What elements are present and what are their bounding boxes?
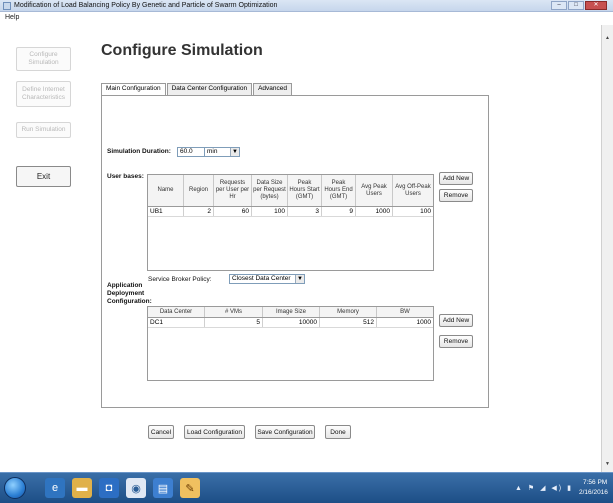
- column-header: Avg Off-Peak Users: [395, 183, 431, 197]
- column-header: Region: [184, 175, 214, 206]
- column-header: Avg Peak Users: [356, 175, 393, 206]
- chevron-down-icon: ▼: [295, 275, 304, 283]
- add-data-center-button[interactable]: Add New: [439, 314, 473, 327]
- deployment-label-line3: Configuration:: [107, 298, 152, 305]
- scroll-up-icon[interactable]: ▲: [604, 35, 611, 41]
- load-configuration-button[interactable]: Load Configuration: [184, 425, 245, 439]
- system-tray[interactable]: ▲ ⚑ ◢ ◀) ▮: [515, 484, 573, 492]
- user-bases-label: User bases:: [107, 173, 144, 180]
- media-icon[interactable]: ◉: [126, 478, 146, 498]
- app-icon[interactable]: ◘: [99, 478, 119, 498]
- save-configuration-button[interactable]: Save Configuration: [255, 425, 315, 439]
- data-center-table: Data Center # VMs Image Size Memory BW D…: [147, 306, 434, 381]
- column-header: # VMs: [205, 307, 263, 317]
- configure-simulation-button[interactable]: Configure Simulation: [16, 47, 71, 71]
- title-bar: Modification of Load Balancing Policy By…: [0, 0, 613, 12]
- add-user-base-button[interactable]: Add New: [439, 172, 473, 185]
- duration-unit-value: min: [207, 148, 218, 155]
- window-title: Modification of Load Balancing Policy By…: [14, 2, 278, 9]
- table-row[interactable]: DC1 5 10000 512 1000: [148, 318, 433, 328]
- remove-user-base-button[interactable]: Remove: [439, 189, 473, 202]
- table-cell[interactable]: 3: [288, 207, 322, 216]
- maximize-button[interactable]: □: [568, 1, 584, 10]
- table-cell[interactable]: 1000: [356, 207, 393, 216]
- vertical-scrollbar[interactable]: ▲ ▼: [601, 25, 613, 472]
- cancel-button[interactable]: Cancel: [148, 425, 174, 439]
- side-panel: Configure Simulation Define Internet Cha…: [0, 25, 86, 472]
- deployment-label-line2: Deployment: [107, 290, 145, 297]
- run-simulation-button[interactable]: Run Simulation: [16, 122, 71, 138]
- scroll-down-icon[interactable]: ▼: [604, 461, 611, 467]
- data-center-header: Data Center # VMs Image Size Memory BW: [148, 307, 433, 318]
- define-internet-characteristics-button[interactable]: Define Internet Characteristics: [16, 81, 71, 107]
- service-broker-select[interactable]: Closest Data Center ▼: [229, 274, 305, 284]
- table-cell[interactable]: 2: [184, 207, 214, 216]
- column-header: Image Size: [263, 307, 320, 317]
- remove-data-center-button[interactable]: Remove: [439, 335, 473, 348]
- simulation-duration-label: Simulation Duration:: [107, 148, 171, 155]
- page-title: Configure Simulation: [101, 42, 263, 59]
- taskbar: e ▬ ◘ ◉ ▤ ✎ ▲ ⚑ ◢ ◀) ▮ 7:56 PM 2/16/2016: [0, 472, 613, 503]
- chevron-down-icon: ▼: [230, 148, 239, 156]
- column-header: Memory: [320, 307, 377, 317]
- column-header: Peak Hours End (GMT): [322, 175, 356, 206]
- table-cell[interactable]: 10000: [263, 318, 320, 327]
- document-icon[interactable]: ▤: [153, 478, 173, 498]
- user-bases-table: Name Region Requests per User per Hr Dat…: [147, 174, 434, 271]
- close-button[interactable]: ✕: [585, 1, 607, 10]
- main-configuration-panel: Simulation Duration: 60.0 min ▼ User bas…: [101, 95, 489, 408]
- service-broker-value: Closest Data Center: [232, 275, 291, 282]
- column-header: Peak Hours Start (GMT): [288, 175, 322, 206]
- table-cell[interactable]: 9: [322, 207, 356, 216]
- column-header: Data Size per Request (bytes): [252, 175, 288, 206]
- app-icon: [3, 2, 11, 10]
- table-cell[interactable]: UB1: [148, 207, 184, 216]
- paint-icon[interactable]: ✎: [180, 478, 200, 498]
- minimize-button[interactable]: –: [551, 1, 567, 10]
- folder-icon[interactable]: ▬: [72, 478, 92, 498]
- duration-unit-select[interactable]: min ▼: [204, 147, 240, 157]
- table-cell[interactable]: 100: [393, 207, 433, 216]
- tab-data-center-configuration[interactable]: Data Center Configuration: [166, 83, 253, 95]
- column-header: Name: [148, 175, 184, 206]
- service-broker-label: Service Broker Policy:: [148, 276, 212, 283]
- column-header: Data Center: [148, 307, 205, 317]
- table-cell[interactable]: DC1: [148, 318, 205, 327]
- clock-date[interactable]: 2/16/2016: [579, 489, 608, 496]
- table-cell[interactable]: 512: [320, 318, 377, 327]
- menu-bar: Help: [0, 12, 613, 25]
- browser-icon[interactable]: e: [45, 478, 65, 498]
- window-controls: – □ ✕: [551, 1, 607, 10]
- deployment-label-line1: Application: [107, 282, 143, 289]
- table-cell[interactable]: 100: [252, 207, 288, 216]
- table-cell[interactable]: 60: [214, 207, 252, 216]
- tab-advanced[interactable]: Advanced: [253, 83, 292, 95]
- menu-help[interactable]: Help: [5, 14, 19, 21]
- column-header: BW: [400, 308, 410, 315]
- done-button[interactable]: Done: [325, 425, 351, 439]
- clock-time[interactable]: 7:56 PM: [583, 479, 607, 486]
- table-cell[interactable]: 1000: [377, 318, 433, 327]
- table-cell[interactable]: 5: [205, 318, 263, 327]
- table-row[interactable]: UB1 2 60 100 3 9 1000 100: [148, 207, 433, 217]
- user-bases-header: Name Region Requests per User per Hr Dat…: [148, 175, 433, 207]
- column-header: Requests per User per Hr: [214, 175, 252, 206]
- tab-bar: Main Configuration Data Center Configura…: [101, 83, 293, 96]
- exit-button[interactable]: Exit: [16, 166, 71, 187]
- start-button[interactable]: [4, 477, 26, 499]
